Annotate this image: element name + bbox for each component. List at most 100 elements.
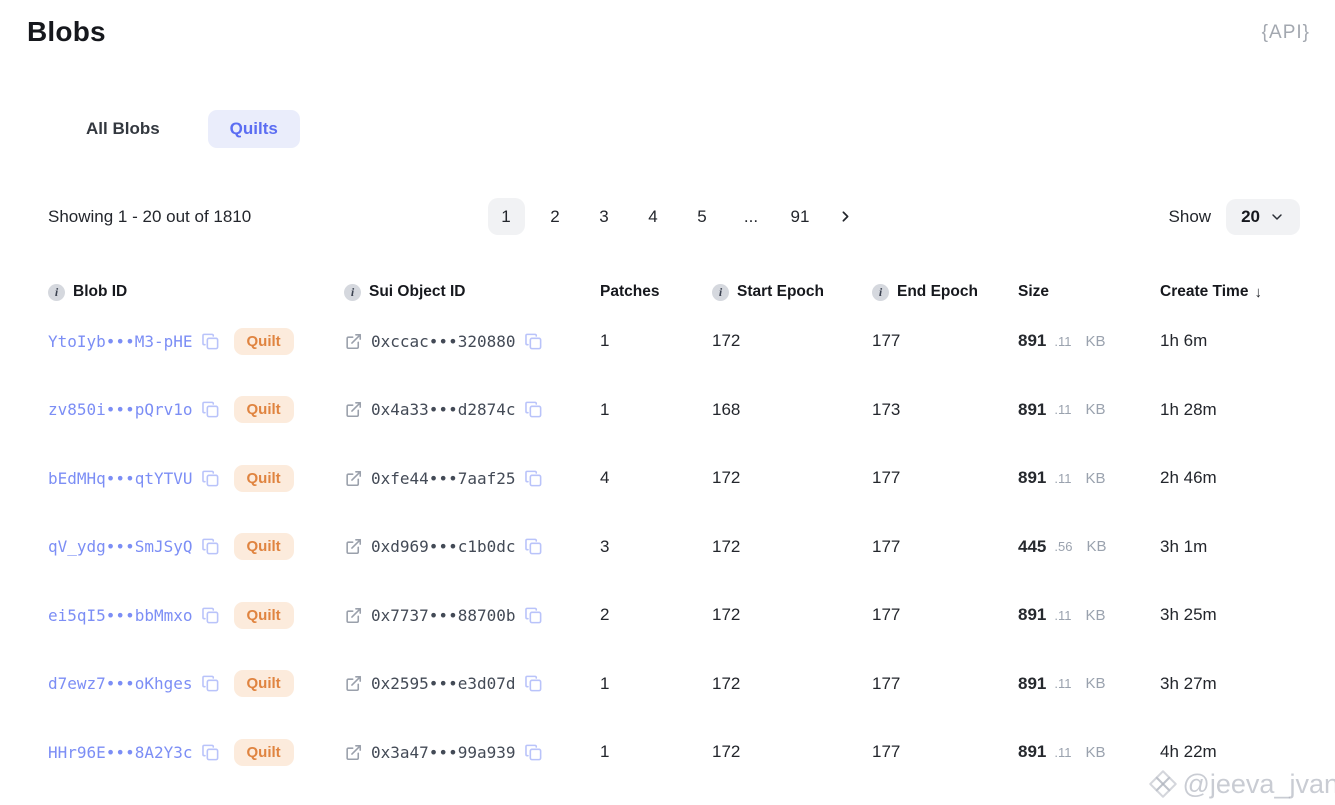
blob-id-link[interactable]: qV_ydg•••SmJSyQ [48, 537, 193, 556]
external-link-icon[interactable] [344, 743, 363, 762]
copy-icon[interactable] [524, 674, 543, 693]
copy-icon[interactable] [524, 537, 543, 556]
copy-icon[interactable] [524, 332, 543, 351]
api-button[interactable]: {API} [1262, 16, 1310, 44]
quilt-badge: Quilt [234, 465, 294, 492]
table-row: zv850i•••pQrv1o Quilt 0x4a33•••d2874c 1 … [48, 376, 1300, 445]
external-link-icon[interactable] [344, 537, 363, 556]
sui-object-id-link[interactable]: 0xfe44•••7aaf25 [371, 469, 516, 488]
copy-icon[interactable] [524, 469, 543, 488]
start-epoch-cell: 172 [712, 605, 872, 625]
blob-id-link[interactable]: bEdMHq•••qtYTVU [48, 469, 193, 488]
column-label: Create Time [1160, 283, 1248, 301]
create-time-cell: 3h 27m [1160, 674, 1300, 694]
external-link-icon[interactable] [344, 674, 363, 693]
page-size-dropdown[interactable]: 20 [1226, 199, 1300, 235]
start-epoch-cell: 172 [712, 537, 872, 557]
patches-cell: 2 [600, 605, 712, 625]
copy-icon[interactable] [201, 606, 220, 625]
blob-id-cell: ei5qI5•••bbMmxo Quilt [48, 602, 344, 629]
end-epoch-cell: 177 [872, 674, 1018, 694]
page-number-button[interactable]: 5 [684, 198, 721, 235]
sui-object-id-link[interactable]: 0x4a33•••d2874c [371, 400, 516, 419]
copy-icon[interactable] [201, 743, 220, 762]
info-icon[interactable]: i [872, 284, 889, 301]
page-number-button[interactable]: 1 [488, 198, 525, 235]
page-number-button[interactable]: 3 [586, 198, 623, 235]
sui-object-id-link[interactable]: 0x2595•••e3d07d [371, 674, 516, 693]
external-link-icon[interactable] [344, 332, 363, 351]
column-label: Size [1018, 283, 1049, 301]
patches-cell: 1 [600, 674, 712, 694]
quilt-badge: Quilt [234, 533, 294, 560]
sui-object-id-cell: 0xd969•••c1b0dc [344, 537, 600, 556]
start-epoch-cell: 172 [712, 742, 872, 762]
tab-all-blobs[interactable]: All Blobs [64, 110, 182, 148]
sort-desc-icon[interactable]: ↓ [1254, 284, 1262, 301]
sui-object-id-cell: 0x3a47•••99a939 [344, 743, 600, 762]
show-label: Show [1169, 207, 1212, 227]
blobs-table: i Blob ID i Sui Object ID Patches i Star… [48, 277, 1300, 787]
copy-icon[interactable] [524, 743, 543, 762]
copy-icon[interactable] [201, 332, 220, 351]
next-page-button[interactable] [831, 198, 861, 235]
tab-quilts[interactable]: Quilts [208, 110, 300, 148]
blob-id-cell: YtoIyb•••M3-pHE Quilt [48, 328, 344, 355]
copy-icon[interactable] [201, 537, 220, 556]
end-epoch-cell: 177 [872, 331, 1018, 351]
page-number-button[interactable]: 2 [537, 198, 574, 235]
column-label: Start Epoch [737, 283, 824, 301]
page-size-value: 20 [1241, 207, 1260, 227]
page-header: Blobs {API} [0, 0, 1335, 48]
copy-icon[interactable] [524, 606, 543, 625]
sui-object-id-link[interactable]: 0xd969•••c1b0dc [371, 537, 516, 556]
table-row: qV_ydg•••SmJSyQ Quilt 0xd969•••c1b0dc 3 … [48, 513, 1300, 582]
column-label: Patches [600, 283, 659, 301]
blob-id-link[interactable]: YtoIyb•••M3-pHE [48, 332, 193, 351]
create-time-cell: 4h 22m [1160, 742, 1300, 762]
info-icon[interactable]: i [344, 284, 361, 301]
column-header: i Start Epoch [712, 283, 872, 301]
page-number-button[interactable]: 91 [782, 198, 819, 235]
quilt-badge: Quilt [234, 328, 294, 355]
sui-object-id-cell: 0xccac•••320880 [344, 332, 600, 351]
end-epoch-cell: 177 [872, 537, 1018, 557]
sui-object-id-link[interactable]: 0xccac•••320880 [371, 332, 516, 351]
chevron-right-icon [837, 208, 854, 225]
create-time-cell: 1h 6m [1160, 331, 1300, 351]
end-epoch-cell: 177 [872, 605, 1018, 625]
table-row: bEdMHq•••qtYTVU Quilt 0xfe44•••7aaf25 4 … [48, 444, 1300, 513]
size-cell: 445.56KB [1018, 537, 1160, 557]
column-header: i Blob ID [48, 283, 344, 301]
blob-id-link[interactable]: zv850i•••pQrv1o [48, 400, 193, 419]
external-link-icon[interactable] [344, 400, 363, 419]
sui-object-id-link[interactable]: 0x3a47•••99a939 [371, 743, 516, 762]
sui-object-id-cell: 0x4a33•••d2874c [344, 400, 600, 419]
copy-icon[interactable] [201, 469, 220, 488]
info-icon[interactable]: i [48, 284, 65, 301]
sui-object-id-link[interactable]: 0x7737•••88700b [371, 606, 516, 625]
table-row: ei5qI5•••bbMmxo Quilt 0x7737•••88700b 2 … [48, 581, 1300, 650]
column-label: End Epoch [897, 283, 978, 301]
toolbar: Showing 1 - 20 out of 1810 1 2 3 4 5 ...… [0, 198, 1335, 235]
blob-id-cell: bEdMHq•••qtYTVU Quilt [48, 465, 344, 492]
blob-id-link[interactable]: HHr96E•••8A2Y3c [48, 743, 193, 762]
create-time-cell: 3h 1m [1160, 537, 1300, 557]
end-epoch-cell: 173 [872, 400, 1018, 420]
start-epoch-cell: 172 [712, 331, 872, 351]
copy-icon[interactable] [524, 400, 543, 419]
page-number-button[interactable]: 4 [635, 198, 672, 235]
column-header: Size [1018, 283, 1160, 301]
copy-icon[interactable] [201, 674, 220, 693]
blob-id-cell: qV_ydg•••SmJSyQ Quilt [48, 533, 344, 560]
copy-icon[interactable] [201, 400, 220, 419]
size-cell: 891.11KB [1018, 674, 1160, 694]
external-link-icon[interactable] [344, 606, 363, 625]
external-link-icon[interactable] [344, 469, 363, 488]
blob-id-link[interactable]: ei5qI5•••bbMmxo [48, 606, 193, 625]
blob-id-link[interactable]: d7ewz7•••oKhges [48, 674, 193, 693]
quilt-badge: Quilt [234, 602, 294, 629]
patches-cell: 1 [600, 400, 712, 420]
size-cell: 891.11KB [1018, 742, 1160, 762]
info-icon[interactable]: i [712, 284, 729, 301]
